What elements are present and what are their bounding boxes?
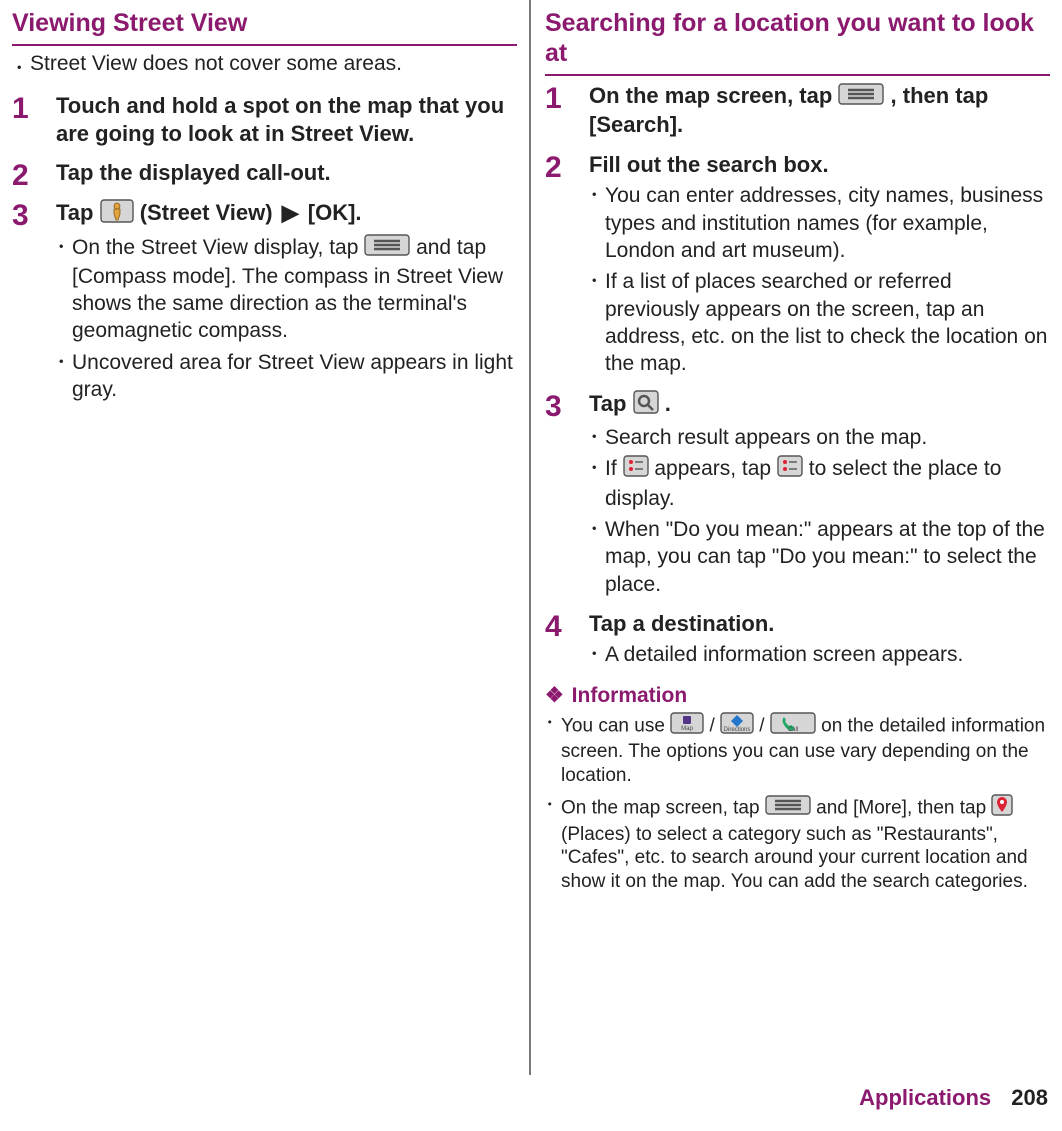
streetview-pegman-icon (100, 199, 134, 230)
step-1: 1 Touch and hold a spot on the map that … (12, 92, 517, 151)
step-2-bullet-2-text: If a list of places searched or referred… (605, 268, 1050, 377)
intro-note: ･ Street View does not cover some areas. (12, 52, 517, 92)
svg-text:Map: Map (681, 726, 693, 732)
diamond-icon: ❖ (545, 684, 564, 707)
menu-icon (765, 795, 811, 822)
directions-option-icon: Directions (720, 712, 754, 741)
step-3-title: Tap (Street View) ▶ [OK]. (56, 199, 517, 230)
places-pin-icon (991, 794, 1013, 823)
info-bullet-2-a: On the map screen, tap (561, 797, 765, 818)
info-bullet-2-b: and [More], then tap (816, 797, 991, 818)
bullet-icon: ･ (545, 794, 561, 894)
step-3-title-part-b: (Street View) (140, 200, 273, 225)
step-2-title: Tap the displayed call-out. (56, 159, 517, 187)
bullet-icon: ･ (56, 349, 72, 404)
step-3-bullet-1: ･ On the Street View display, tap and ta… (56, 234, 517, 345)
bullet-icon: ･ (589, 182, 605, 264)
step-3-title-b: . (665, 391, 671, 416)
step-1-title: Touch and hold a spot on the map that yo… (56, 92, 517, 147)
search-icon (633, 390, 659, 421)
step-3: 3 Tap (Street View) ▶ [OK]. ･ (12, 199, 517, 407)
menu-icon (838, 83, 884, 112)
step-number: 2 (545, 151, 589, 382)
step-number: 1 (545, 82, 589, 143)
information-heading-text: Information (572, 684, 688, 707)
step-2-title: Fill out the search box. (589, 151, 1050, 179)
step-4-title: Tap a destination. (589, 610, 1050, 638)
info-bullet-1: ･ You can use Map / Directions / Call on… (545, 712, 1050, 788)
bullet-icon: ･ (589, 455, 605, 512)
step-3-bullet-2-b: appears, tap (654, 458, 777, 481)
step-2: 2 Tap the displayed call-out. (12, 159, 517, 191)
left-column: Viewing Street View ･ Street View does n… (0, 0, 531, 1075)
right-column: Searching for a location you want to loo… (531, 0, 1062, 1075)
section-title-street-view: Viewing Street View (12, 8, 517, 38)
bullet-icon: ･ (589, 268, 605, 377)
step-number: 2 (12, 159, 56, 191)
title-rule (545, 74, 1050, 76)
footer-section-label: Applications (859, 1085, 991, 1110)
information-heading: ❖ Information (545, 683, 1050, 708)
step-3-bullet-2-a: If (605, 458, 623, 481)
step-3-bullet-3-text: When "Do you mean:" appears at the top o… (605, 516, 1050, 598)
step-4-bullet-1-text: A detailed information screen appears. (605, 641, 1050, 668)
section-title-search-location: Searching for a location you want to loo… (545, 8, 1050, 68)
results-list-icon (623, 455, 649, 484)
step-4-bullet-1: ･ A detailed information screen appears. (589, 641, 1050, 668)
step-3: 3 Tap . ･ Search result appears on the m… (545, 390, 1050, 602)
step-number: 1 (12, 92, 56, 151)
step-3-bullet-1-text: Search result appears on the map. (605, 424, 1050, 451)
step-3-bullet-1: ･ Search result appears on the map. (589, 424, 1050, 451)
map-option-icon: Map (670, 712, 704, 741)
step-3-bullet-1-a: On the Street View display, tap (72, 236, 364, 259)
step-3-bullet-2: ･ If appears, tap to select the place to… (589, 455, 1050, 512)
info-bullet-1-c: / (759, 715, 770, 736)
step-3-bullet-2: ･ Uncovered area for Street View appears… (56, 349, 517, 404)
call-option-icon: Call (770, 712, 816, 741)
step-1-title-a: On the map screen, tap (589, 83, 838, 108)
step-3-title-part-c: [OK]. (308, 200, 362, 225)
step-2-bullet-2: ･ If a list of places searched or referr… (589, 268, 1050, 377)
title-rule (12, 44, 517, 46)
intro-text: Street View does not cover some areas. (30, 52, 402, 82)
svg-text:Call: Call (788, 727, 798, 733)
info-bullet-1-b: / (709, 715, 720, 736)
footer-page-number: 208 (1011, 1085, 1048, 1110)
step-4: 4 Tap a destination. ･ A detailed inform… (545, 610, 1050, 673)
step-3-title-a: Tap (589, 391, 633, 416)
step-3-title-part-a: Tap (56, 200, 100, 225)
step-2: 2 Fill out the search box. ･ You can ent… (545, 151, 1050, 382)
triangle-icon: ▶ (282, 199, 299, 227)
step-2-bullet-1: ･ You can enter addresses, city names, b… (589, 182, 1050, 264)
bullet-icon: ･ (14, 52, 30, 82)
step-number: 4 (545, 610, 589, 673)
step-2-bullet-1-text: You can enter addresses, city names, bus… (605, 182, 1050, 264)
info-bullet-2: ･ On the map screen, tap and [More], the… (545, 794, 1050, 894)
bullet-icon: ･ (589, 516, 605, 598)
step-number: 3 (12, 199, 56, 407)
bullet-icon: ･ (589, 641, 605, 668)
step-1-title: On the map screen, tap , then tap [Searc… (589, 82, 1050, 139)
page-footer: Applications 208 (0, 1075, 1062, 1111)
bullet-icon: ･ (545, 712, 561, 788)
step-3-bullet-2-text: Uncovered area for Street View appears i… (72, 349, 517, 404)
bullet-icon: ･ (589, 424, 605, 451)
step-3-title: Tap . (589, 390, 1050, 421)
page-columns: Viewing Street View ･ Street View does n… (0, 0, 1062, 1075)
svg-text:Directions: Directions (724, 727, 751, 733)
step-1: 1 On the map screen, tap , then tap [Sea… (545, 82, 1050, 143)
bullet-icon: ･ (56, 234, 72, 345)
menu-icon (364, 234, 410, 263)
results-list-icon (777, 455, 803, 484)
step-3-bullet-3: ･ When "Do you mean:" appears at the top… (589, 516, 1050, 598)
info-bullet-1-a: You can use (561, 715, 670, 736)
info-bullet-2-c: (Places) to select a category such as "R… (561, 824, 1028, 893)
step-number: 3 (545, 390, 589, 602)
